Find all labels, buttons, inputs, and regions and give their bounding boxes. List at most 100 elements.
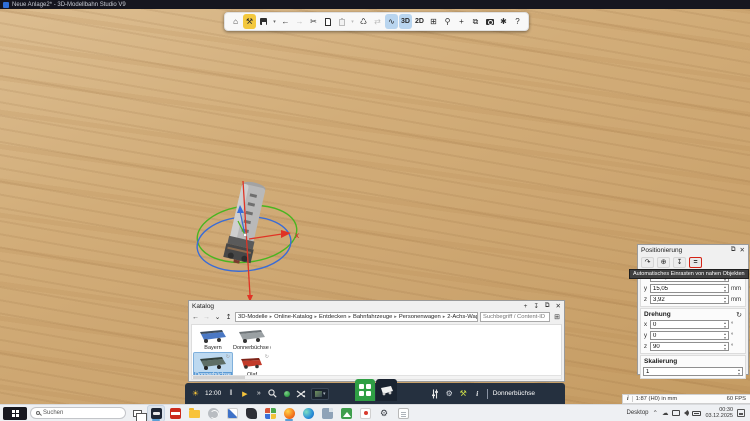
undo-button[interactable]: ← <box>279 14 292 29</box>
plugin-button[interactable]: ✱ <box>497 14 510 29</box>
breadcrumb-item[interactable]: 2-Achs-Wagen <box>447 314 478 320</box>
popout-icon[interactable]: ⧉ <box>545 302 550 310</box>
selected-item-preview-button[interactable] <box>376 379 397 401</box>
spinner[interactable]: ▴▾ <box>722 320 728 329</box>
close-icon[interactable]: ✕ <box>556 302 561 310</box>
taskbar-app-gray[interactable] <box>205 406 221 421</box>
add-icon[interactable]: + <box>524 303 528 310</box>
catalog-item[interactable]: Bayern <box>194 326 232 352</box>
breadcrumb-item[interactable]: 3D-Modelle <box>238 314 268 320</box>
breadcrumb-item[interactable]: Online-Katalog <box>274 314 312 320</box>
copy-button[interactable] <box>321 14 334 29</box>
catalog-item-selected[interactable]: ↻ Donnerbüchse <box>194 353 232 377</box>
home-button[interactable]: ⌂ <box>229 14 242 29</box>
position-z-input[interactable] <box>650 295 729 304</box>
snap-sphere-button[interactable]: ⊕ <box>657 257 670 268</box>
daylight-icon[interactable]: ☀ <box>191 389 200 398</box>
close-icon[interactable]: ✕ <box>740 246 745 254</box>
save-dropdown[interactable]: ▾ <box>271 14 278 29</box>
popout-icon[interactable]: ⧉ <box>731 246 736 254</box>
task-view-button[interactable] <box>129 406 145 421</box>
taskbar-app-docs[interactable] <box>319 406 335 421</box>
shuffle-button[interactable] <box>296 390 306 398</box>
save-button[interactable] <box>257 14 270 29</box>
nav-forward-button[interactable]: → <box>202 314 211 321</box>
scrollbar-thumb[interactable] <box>193 376 245 379</box>
network-icon[interactable] <box>672 410 680 416</box>
catalog-item[interactable]: ↻ Olaf <box>233 353 271 377</box>
speaker-icon[interactable] <box>684 410 688 416</box>
taskbar-app-settings[interactable]: ⚙ <box>376 406 392 421</box>
desktop-toggle[interactable]: Desktop <box>627 410 649 416</box>
info-button[interactable]: i <box>473 390 482 398</box>
tools-button[interactable]: ⚒ <box>243 14 256 29</box>
sphere-tool-button[interactable] <box>282 391 291 397</box>
notification-center-icon[interactable] <box>737 409 745 417</box>
camera-view-selector[interactable]: ▾ <box>311 388 329 400</box>
rotation-y-input[interactable] <box>650 331 729 340</box>
start-button[interactable] <box>3 407 27 420</box>
snap-align-button[interactable]: = <box>689 257 702 268</box>
taskbar-app-tiles[interactable] <box>262 406 278 421</box>
transform-gizmo[interactable]: x <box>183 177 315 305</box>
rotation-x-input[interactable] <box>650 320 729 329</box>
event-manager-button[interactable] <box>355 379 375 401</box>
breadcrumb-item[interactable]: Entdecken <box>319 314 346 320</box>
taskbar-search[interactable]: Suchen <box>30 407 126 419</box>
taskbar-app-explorer[interactable] <box>186 406 202 421</box>
taskbar-app-notepad[interactable] <box>395 406 411 421</box>
taskbar-app-red[interactable] <box>167 406 183 421</box>
taskbar-clock[interactable]: 00:30 03.12.2025 <box>705 407 733 419</box>
add-button[interactable]: + <box>455 14 468 29</box>
clone-button[interactable]: ⧉ <box>469 14 482 29</box>
rail-connect-button[interactable]: ∿ <box>385 14 398 29</box>
view-mode-grid-icon[interactable]: ⊞ <box>552 313 562 321</box>
gizmo-center-handle[interactable] <box>243 233 246 236</box>
taskbar-app-dark[interactable] <box>243 406 259 421</box>
view-3d-button[interactable]: 3D <box>399 14 412 29</box>
spinner[interactable]: ▴▾ <box>722 342 728 351</box>
settings-button[interactable]: ⚙ <box>445 389 454 398</box>
catalog-item[interactable]: Donnerbüchse (b... <box>233 326 271 352</box>
taskbar-app-pin[interactable] <box>357 406 373 421</box>
grid-button[interactable]: ⊞ <box>427 14 440 29</box>
lamp-button[interactable]: ⚲ <box>441 14 454 29</box>
filter-sliders-button[interactable] <box>431 389 440 399</box>
taskbar-app-firefox[interactable] <box>281 406 297 421</box>
camera-button[interactable] <box>483 14 496 29</box>
position-y-input[interactable] <box>650 284 729 293</box>
nav-up-button[interactable]: ↥ <box>224 313 233 321</box>
rotation-z-input[interactable] <box>650 342 729 351</box>
spinner[interactable]: ▴▾ <box>736 367 742 376</box>
redo-button[interactable]: → <box>293 14 306 29</box>
paste-dropdown[interactable]: ▾ <box>349 14 356 29</box>
search-button[interactable] <box>268 389 277 398</box>
breadcrumb-item[interactable]: Personenwagen <box>399 314 441 320</box>
snap-drop-button[interactable]: ↧ <box>673 257 686 268</box>
step-forward-button[interactable]: » <box>254 390 263 397</box>
delete-button[interactable]: ♺ <box>357 14 370 29</box>
nav-back-button[interactable]: ← <box>191 314 200 321</box>
object-tools-button[interactable]: ⚒ <box>459 389 468 398</box>
nav-history-button[interactable]: ⌄ <box>213 313 222 321</box>
spinner[interactable]: ▴▾ <box>722 295 728 304</box>
view-2d-button[interactable]: 2D <box>413 14 426 29</box>
cloud-icon[interactable]: ☁ <box>662 409 669 417</box>
catalog-search-input[interactable] <box>480 312 550 322</box>
scale-input[interactable] <box>643 367 743 376</box>
taskbar-app-edge[interactable] <box>300 406 316 421</box>
spinner[interactable]: ▴▾ <box>722 331 728 340</box>
pause-button[interactable]: ‖ <box>226 390 235 397</box>
rotate-reset-icon[interactable]: ↻ <box>736 311 742 319</box>
download-icon[interactable]: ↧ <box>533 302 538 310</box>
breadcrumb-item[interactable]: Bahnfahrzeuge <box>353 314 392 320</box>
taskbar-app-studio[interactable] <box>148 406 164 421</box>
help-button[interactable]: ? <box>511 14 524 29</box>
taskbar-app-photos[interactable] <box>338 406 354 421</box>
spinner[interactable]: ▴▾ <box>722 284 728 293</box>
paste-button[interactable] <box>335 14 348 29</box>
cut-button[interactable]: ✂ <box>307 14 320 29</box>
transfer-button[interactable]: ⇄ <box>371 14 384 29</box>
play-button[interactable]: ▶ <box>240 390 249 398</box>
taskbar-app-bluewhite[interactable] <box>224 406 240 421</box>
